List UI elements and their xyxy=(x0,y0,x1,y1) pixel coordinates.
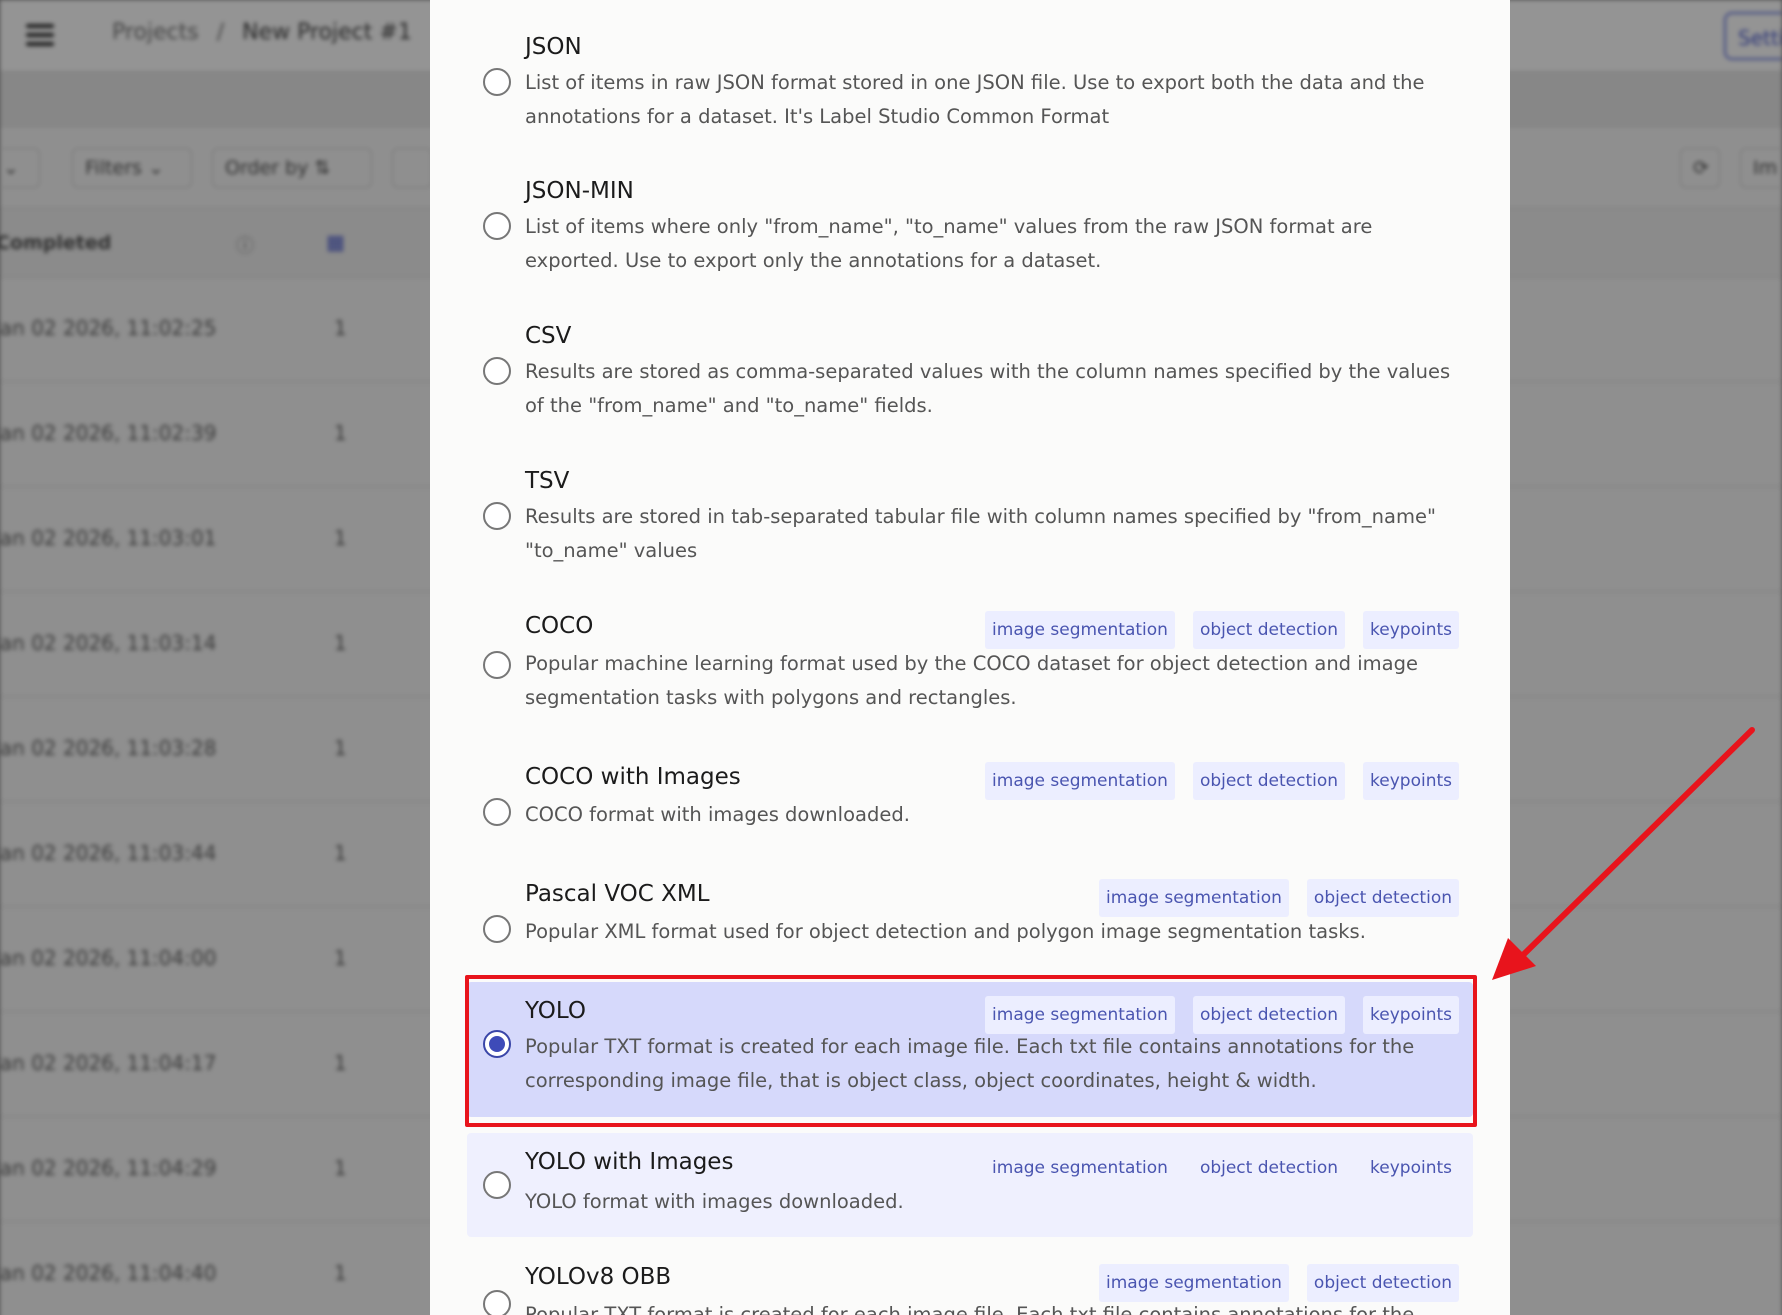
pointer-arrow xyxy=(1492,727,1755,980)
